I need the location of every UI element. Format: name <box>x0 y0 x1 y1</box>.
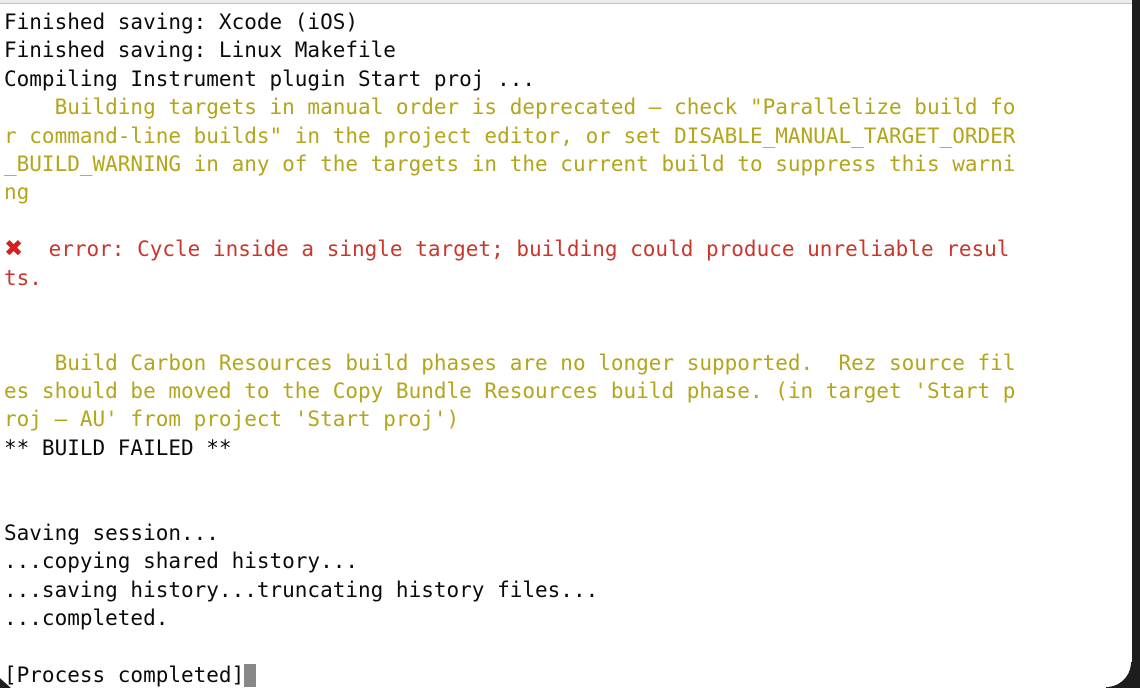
terminal-line: Compiling Instrument plugin Start proj .… <box>4 66 536 91</box>
terminal-output-area[interactable]: Finished saving: Xcode (iOS) Finished sav… <box>0 5 1132 688</box>
terminal-line: ...completed. <box>4 606 169 631</box>
error-x-icon: ✖ <box>4 236 24 263</box>
terminal-line: Building targets in manual order is depr… <box>4 95 1016 120</box>
terminal-line: roj — AU' from project 'Start proj') <box>4 407 460 432</box>
window-title-bar-strip <box>0 0 1132 4</box>
process-completed-text: [Process completed] <box>4 662 245 687</box>
terminal-line: ng <box>4 180 30 205</box>
terminal-line: ...saving history...truncating history f… <box>4 577 599 602</box>
terminal-line: es should be moved to the Copy Bundle Re… <box>4 379 1016 404</box>
terminal-line: r command-line builds" in the project ed… <box>4 123 1016 148</box>
terminal-line: ✖ error: Cycle inside a single target; b… <box>4 235 1132 263</box>
terminal-line: [Process completed] <box>4 661 1132 688</box>
terminal-line: ts. <box>4 265 42 290</box>
terminal-text-buffer: Finished saving: Xcode (iOS) Finished sav… <box>4 8 1132 688</box>
terminal-line: Finished saving: Linux Makefile <box>4 38 396 63</box>
terminal-line: Finished saving: Xcode (iOS) <box>4 10 359 34</box>
terminal-cursor <box>244 663 257 687</box>
window-outer-right-edge <box>1132 0 1140 688</box>
terminal-line: Build Carbon Resources build phases are … <box>4 350 1016 375</box>
terminal-line: ...copying shared history... <box>4 549 359 574</box>
terminal-line: Saving session... <box>4 521 219 546</box>
terminal-line: _BUILD_WARNING in any of the targets in … <box>4 151 1016 176</box>
terminal-line: ** BUILD FAILED ** <box>4 435 232 460</box>
terminal-window[interactable]: Finished saving: Xcode (iOS) Finished sav… <box>0 0 1140 688</box>
error-message-text: error: Cycle inside a single target; bui… <box>23 237 1010 262</box>
